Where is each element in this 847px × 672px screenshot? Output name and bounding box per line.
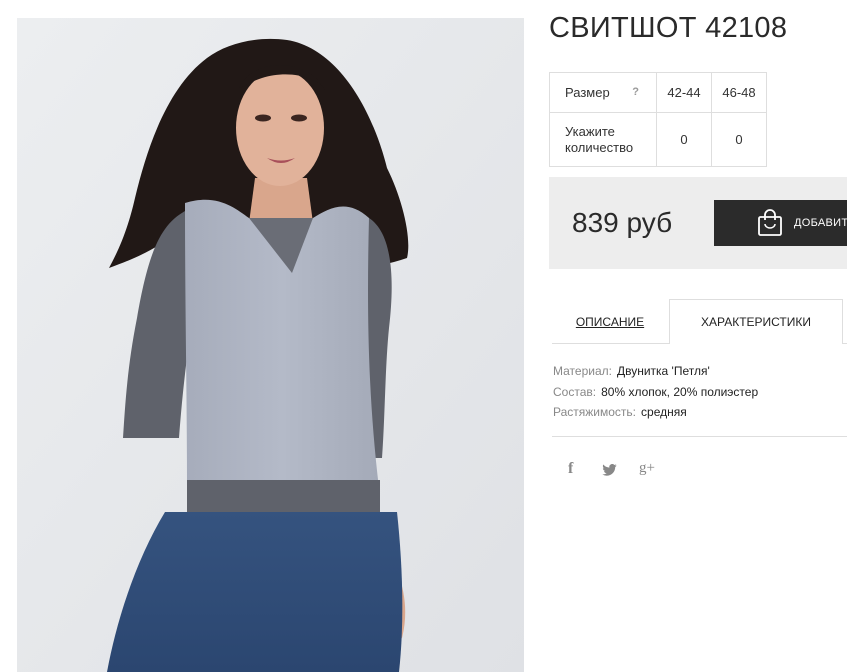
spec-row: Состав: 80% хлопок, 20% полиэстер xyxy=(553,382,758,403)
product-photo[interactable] xyxy=(17,18,524,672)
specs-list: Материал: Двунитка 'Петля' Состав: 80% хло… xyxy=(553,361,758,423)
quantity-label: Укажите количество xyxy=(549,112,657,167)
spec-key: Растяжимость: xyxy=(553,405,637,419)
add-to-cart-button[interactable]: ДОБАВИТЬ В КОРЗИНУ xyxy=(714,200,847,246)
twitter-icon[interactable] xyxy=(602,463,617,479)
googleplus-icon[interactable]: g+ xyxy=(639,460,655,477)
product-tabs: ОПИСАНИЕ ХАРАКТЕРИСТИКИ xyxy=(552,299,847,344)
shopping-bag-icon xyxy=(757,209,783,240)
size-label: Размер xyxy=(565,85,610,100)
product-photo-illustration xyxy=(17,18,524,672)
size-help-icon[interactable]: ? xyxy=(632,86,639,98)
quantity-input[interactable]: 0 xyxy=(711,112,767,167)
add-to-cart-label: ДОБАВИТЬ В КОРЗИНУ xyxy=(794,217,847,229)
price-box: 839 руб ДОБАВИТЬ В КОРЗИНУ xyxy=(549,177,847,269)
spec-row: Растяжимость: средняя xyxy=(553,402,758,423)
size-table: Размер ? 42-44 46-48 Укажите количество … xyxy=(549,72,767,167)
size-option[interactable]: 46-48 xyxy=(711,72,767,113)
spec-value: средняя xyxy=(641,405,687,419)
tab-characteristics[interactable]: ХАРАКТЕРИСТИКИ xyxy=(669,299,843,344)
tab-divider xyxy=(842,343,847,344)
facebook-icon[interactable]: f xyxy=(568,460,573,478)
spec-value: 80% хлопок, 20% полиэстер xyxy=(601,384,759,399)
product-title: СВИТШОТ 42108 xyxy=(549,12,788,44)
spec-key: Состав: xyxy=(553,384,597,399)
spec-key: Материал: xyxy=(553,364,612,378)
quantity-input[interactable]: 0 xyxy=(656,112,712,167)
price: 839 руб xyxy=(572,207,673,238)
tab-divider xyxy=(552,343,669,344)
tab-description[interactable]: ОПИСАНИЕ xyxy=(552,299,668,343)
spec-value: Двунитка 'Петля' xyxy=(616,364,710,378)
size-label-cell: Размер ? xyxy=(549,72,657,113)
size-option[interactable]: 42-44 xyxy=(656,72,712,113)
section-divider xyxy=(552,436,847,437)
spec-row: Материал: Двунитка 'Петля' xyxy=(553,361,758,382)
